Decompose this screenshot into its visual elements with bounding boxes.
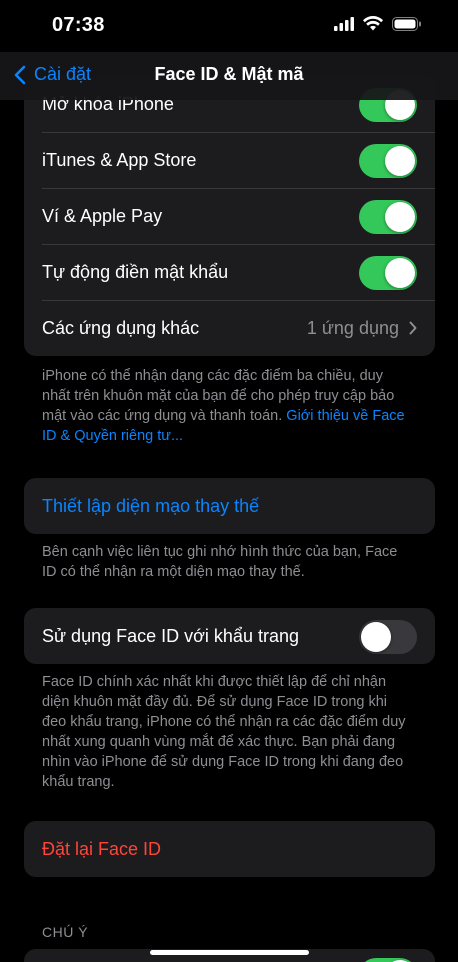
face-id-footer-note: iPhone có thể nhận dạng các đặc điểm ba …	[42, 366, 408, 446]
status-bar: 07:38	[0, 0, 458, 52]
wallet-apple-pay-toggle[interactable]	[359, 200, 417, 234]
itunes-app-store-toggle[interactable]	[359, 144, 417, 178]
row-label: Sử dụng Face ID với khẩu trang	[42, 625, 299, 646]
other-apps-row[interactable]: Các ứng dụng khác 1 ứng dụng	[24, 300, 435, 356]
home-indicator[interactable]	[150, 950, 309, 955]
alternate-appearance-group: Thiết lập diện mạo thay thế	[24, 478, 435, 534]
chevron-right-icon	[409, 321, 417, 335]
row-label: Ví & Apple Pay	[42, 205, 163, 226]
face-id-with-mask-toggle[interactable]	[359, 620, 417, 654]
mask-group: Sử dụng Face ID với khẩu trang	[24, 608, 435, 664]
battery-icon	[392, 16, 421, 31]
wallet-apple-pay-row: Ví & Apple Pay	[24, 188, 435, 244]
row-label: Tự động điền mật khẩu	[42, 261, 229, 282]
attention-toggle[interactable]	[359, 958, 417, 962]
reset-group: Đặt lại Face ID	[24, 821, 435, 877]
cellular-signal-icon	[334, 16, 354, 31]
navigation-bar: Cài đặt Face ID & Mật mã	[0, 52, 458, 100]
page-title: Face ID & Mật mã	[154, 64, 304, 84]
row-label: iTunes & App Store	[42, 149, 197, 170]
row-label: Các ứng dụng khác	[42, 317, 200, 338]
itunes-app-store-row: iTunes & App Store	[24, 132, 435, 188]
status-icons	[334, 16, 422, 31]
wifi-icon	[363, 16, 383, 31]
password-autofill-row: Tự động điền mật khẩu	[24, 244, 435, 300]
mask-note: Face ID chính xác nhất khi được thiết lậ…	[42, 674, 406, 790]
attention-section-header: CHÚ Ý	[42, 924, 89, 940]
row-label: Đặt lại Face ID	[42, 838, 162, 859]
row-label: Thiết lập diện mạo thay thế	[42, 495, 260, 516]
use-face-id-for-group: Mở khóa iPhone iTunes & App Store Ví & A…	[24, 76, 435, 356]
set-up-alternate-appearance-button[interactable]: Thiết lập diện mạo thay thế	[24, 478, 435, 534]
reset-face-id-button[interactable]: Đặt lại Face ID	[24, 821, 435, 877]
other-apps-count: 1 ứng dụng	[306, 317, 399, 338]
face-id-with-mask-row: Sử dụng Face ID với khẩu trang	[24, 608, 435, 664]
alternate-appearance-note: Bên cạnh việc liên tục ghi nhớ hình thức…	[42, 544, 398, 580]
password-autofill-toggle[interactable]	[359, 256, 417, 290]
status-time: 07:38	[52, 14, 105, 36]
